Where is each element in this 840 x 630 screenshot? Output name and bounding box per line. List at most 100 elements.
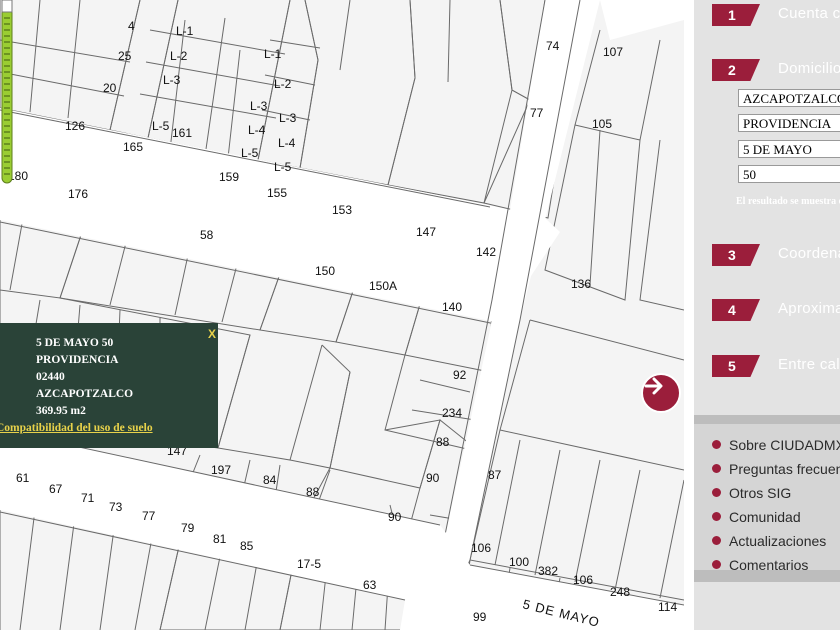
popup-value: PROVIDENCIA bbox=[36, 354, 119, 366]
lot-number: 107 bbox=[603, 45, 623, 59]
lot-number: 176 bbox=[68, 187, 88, 201]
lot-number: 77 bbox=[142, 509, 156, 523]
bullet-icon bbox=[712, 488, 721, 497]
popup-value: AZCAPOTZALCO bbox=[36, 388, 134, 400]
step-number: 1 bbox=[712, 4, 760, 26]
lot-number: 197 bbox=[211, 463, 231, 477]
step-domicilio[interactable]: 2 Domicilio bbox=[712, 59, 840, 81]
lot-number: 67 bbox=[49, 482, 63, 496]
link-comunidad[interactable]: Comunidad bbox=[712, 509, 801, 529]
lot-number: L-1 bbox=[264, 47, 282, 61]
lot-number: 100 bbox=[509, 555, 529, 569]
lot-number: 90 bbox=[426, 471, 440, 485]
lot-number: 92 bbox=[453, 368, 467, 382]
popup-value: 5 DE MAYO 50 bbox=[36, 337, 114, 349]
lot-number: 74 bbox=[546, 39, 560, 53]
borough-field[interactable]: AZCAPOTZALCO bbox=[738, 89, 840, 107]
step-number: 4 bbox=[712, 299, 760, 321]
lot-number: 155 bbox=[267, 186, 287, 200]
lot-number: 126 bbox=[65, 119, 85, 133]
link-label: Preguntas frecuentes bbox=[729, 461, 840, 477]
lot-number: 165 bbox=[123, 140, 143, 154]
lot-number: L-2 bbox=[274, 77, 292, 91]
parcel-map[interactable]: 4 25 20 126 165 161 159 155 153 L-1 L-2 L-3 L-5 L-1 L-… bbox=[0, 0, 684, 630]
lot-number: 88 bbox=[436, 435, 450, 449]
step-label: Aproximación bbox=[778, 300, 840, 317]
lot-number: L-3 bbox=[250, 99, 268, 113]
lot-number: 114 bbox=[658, 600, 677, 614]
lot-number: L-3 bbox=[279, 111, 297, 125]
lot-number: 136 bbox=[571, 277, 591, 291]
step-coordenadas[interactable]: 3 Coordenadas bbox=[712, 244, 840, 266]
step-label: Cuenta catastral bbox=[778, 5, 840, 22]
lot-number: 106 bbox=[573, 573, 593, 587]
map-view[interactable]: 4 25 20 126 165 161 159 155 153 L-1 L-2 L-3 L-5 L-1 L-… bbox=[0, 0, 684, 630]
link-label: Actualizaciones bbox=[729, 533, 827, 549]
step-label: Entre calles bbox=[778, 356, 840, 373]
link-label: Sobre CIUDADMX bbox=[729, 437, 840, 453]
link-otros-sig[interactable]: Otros SIG bbox=[712, 485, 791, 505]
lot-number: 142 bbox=[476, 245, 496, 259]
info-links: Sobre CIUDADMX Preguntas frecuentes Otro… bbox=[694, 415, 840, 579]
lot-number: 88 bbox=[306, 485, 320, 499]
lot-number: 99 bbox=[473, 610, 487, 624]
popup-close-button[interactable]: X bbox=[208, 327, 216, 341]
lot-number: 87 bbox=[488, 468, 502, 482]
bullet-icon bbox=[712, 464, 721, 473]
land-use-link[interactable]: Compatibilidad del uso de suelo bbox=[0, 422, 153, 434]
step-label: Coordenadas bbox=[778, 245, 840, 262]
panel-bottom-bar bbox=[694, 570, 840, 582]
lot-number: L-4 bbox=[278, 136, 296, 150]
panel-divider bbox=[684, 0, 694, 630]
lot-number: 105 bbox=[592, 117, 612, 131]
number-field[interactable]: 50 bbox=[738, 165, 840, 183]
lot-number: L-5 bbox=[241, 146, 259, 160]
step-cuenta-catastral[interactable]: 1 Cuenta catastral bbox=[712, 4, 840, 26]
next-button[interactable] bbox=[641, 373, 681, 413]
link-actualizaciones[interactable]: Actualizaciones bbox=[712, 533, 826, 553]
lot-number: L-3 bbox=[163, 73, 181, 87]
lot-number: 84 bbox=[263, 473, 277, 487]
lot-number: 63 bbox=[363, 578, 377, 592]
street-field[interactable]: 5 DE MAYO bbox=[738, 140, 840, 158]
bullet-icon bbox=[712, 440, 721, 449]
step-entre-calles[interactable]: 5 Entre calles bbox=[712, 355, 840, 377]
lot-number: 79 bbox=[181, 521, 195, 535]
colony-field[interactable]: PROVIDENCIA bbox=[738, 114, 840, 132]
lot-number: L-5 bbox=[152, 119, 170, 133]
lot-number: 106 bbox=[471, 541, 491, 555]
lot-number: 20 bbox=[103, 81, 117, 95]
lot-number: 85 bbox=[240, 539, 254, 553]
lot-number: 234 bbox=[442, 406, 462, 420]
lot-number: 90 bbox=[388, 510, 402, 524]
step-number: 5 bbox=[712, 355, 760, 377]
lot-number: 161 bbox=[172, 126, 192, 140]
link-preguntas[interactable]: Preguntas frecuentes bbox=[712, 461, 840, 481]
lot-number: 150 bbox=[315, 264, 335, 278]
bullet-icon bbox=[712, 560, 721, 569]
arrow-right-icon bbox=[644, 377, 663, 395]
bullet-icon bbox=[712, 512, 721, 521]
lot-number: 150A bbox=[369, 279, 397, 293]
lot-number: 61 bbox=[16, 471, 30, 485]
lot-number: 17-5 bbox=[297, 557, 321, 571]
zoom-slider[interactable] bbox=[0, 0, 14, 186]
lot-number: 25 bbox=[118, 49, 132, 63]
step-number: 3 bbox=[712, 244, 760, 266]
lot-number: 73 bbox=[109, 500, 123, 514]
link-label: Otros SIG bbox=[729, 485, 792, 501]
lot-number: L-4 bbox=[248, 123, 266, 137]
search-panel: 1 Cuenta catastral 2 Domicilio AZCAPOTZA… bbox=[694, 0, 840, 630]
step-number: 2 bbox=[712, 59, 760, 81]
lot-number: 4 bbox=[128, 19, 135, 33]
parcel-info-popup: Calle y Número: 5 DE MAYO 50 Colonia: PR… bbox=[0, 323, 218, 448]
popup-value: 369.95 m2 bbox=[36, 405, 86, 417]
lot-number: 77 bbox=[530, 106, 544, 120]
lot-number: L-5 bbox=[274, 160, 292, 174]
link-sobre-ciudadmx[interactable]: Sobre CIUDADMX bbox=[712, 437, 840, 457]
bullet-icon bbox=[712, 536, 721, 545]
zoom-handle[interactable] bbox=[1, 0, 13, 13]
lot-number: 140 bbox=[442, 300, 462, 314]
lot-number: 248 bbox=[610, 585, 630, 599]
step-aproximacion[interactable]: 4 Aproximación bbox=[712, 299, 840, 321]
